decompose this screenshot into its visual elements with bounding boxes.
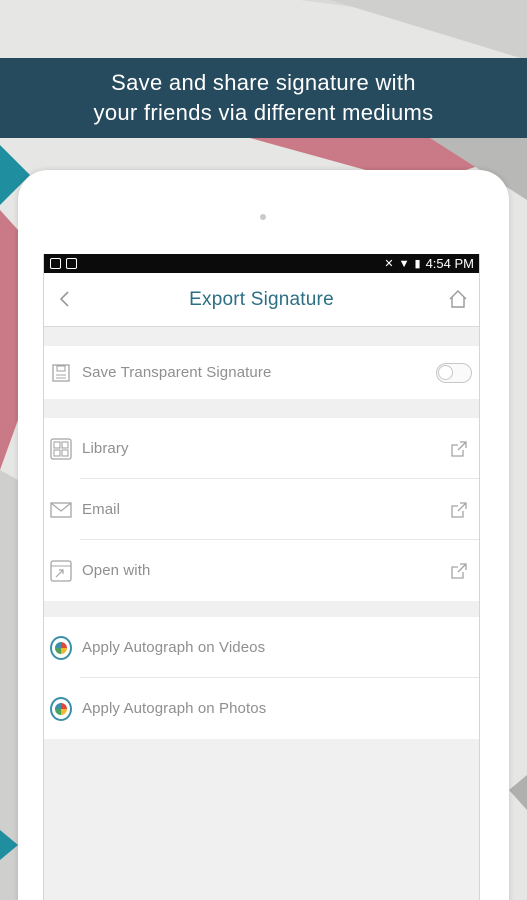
- grid-icon: [50, 437, 72, 460]
- share-section: Library Email Open with: [44, 418, 479, 601]
- video-autograph-icon: [50, 635, 72, 660]
- apply-videos-label: Apply Autograph on Videos: [82, 639, 266, 656]
- share-item-email[interactable]: Email: [44, 479, 479, 540]
- save-icon: [50, 362, 72, 384]
- library-label: Library: [82, 440, 129, 457]
- home-icon: [449, 290, 467, 308]
- email-label: Email: [82, 501, 121, 518]
- save-transparent-row: Save Transparent Signature: [44, 346, 479, 399]
- photo-autograph-icon: [50, 696, 72, 721]
- back-button[interactable]: [52, 286, 78, 312]
- banner-line-2: your friends via different mediums: [93, 100, 434, 125]
- open-with-icon: [50, 559, 72, 582]
- toggle-knob: [438, 364, 453, 380]
- app-header: Export Signature: [44, 273, 479, 327]
- share-item-library[interactable]: Library: [44, 418, 479, 479]
- envelope-icon: [50, 499, 72, 521]
- save-transparent-label: Save Transparent Signature: [82, 364, 272, 381]
- camera-dot: [260, 214, 266, 220]
- chevron-left-icon: [59, 291, 69, 307]
- external-link-icon[interactable]: [449, 500, 469, 520]
- mute-icon: ✕: [384, 258, 394, 270]
- battery-icon: ▮: [414, 258, 421, 270]
- status-time: 4:54 PM: [425, 256, 474, 271]
- banner-line-1: Save and share signature with: [111, 70, 416, 95]
- tablet-frame: ✕ ▼ ▮ 4:54 PM Export Signature Save Tran…: [18, 170, 509, 900]
- message-icon: [66, 258, 77, 269]
- status-bar: ✕ ▼ ▮ 4:54 PM: [44, 254, 479, 273]
- app-screen: ✕ ▼ ▮ 4:54 PM Export Signature Save Tran…: [43, 254, 480, 900]
- promo-banner: Save and share signature with your frien…: [0, 58, 527, 138]
- wifi-icon: ▼: [398, 257, 410, 270]
- share-item-open-with[interactable]: Open with: [44, 540, 479, 601]
- apply-photos-label: Apply Autograph on Photos: [82, 700, 267, 717]
- save-transparent-toggle[interactable]: [436, 362, 472, 383]
- image-icon: [50, 258, 61, 269]
- apply-on-photos-item[interactable]: Apply Autograph on Photos: [44, 678, 479, 739]
- page-title: Export Signature: [189, 288, 334, 310]
- apply-section: Apply Autograph on Videos Apply Autograp…: [44, 617, 479, 739]
- external-link-icon[interactable]: [449, 439, 469, 459]
- external-link-icon[interactable]: [449, 561, 469, 581]
- home-button[interactable]: [445, 286, 471, 312]
- apply-on-videos-item[interactable]: Apply Autograph on Videos: [44, 617, 479, 678]
- settings-section: Save Transparent Signature: [44, 346, 479, 399]
- open-with-label: Open with: [82, 562, 151, 579]
